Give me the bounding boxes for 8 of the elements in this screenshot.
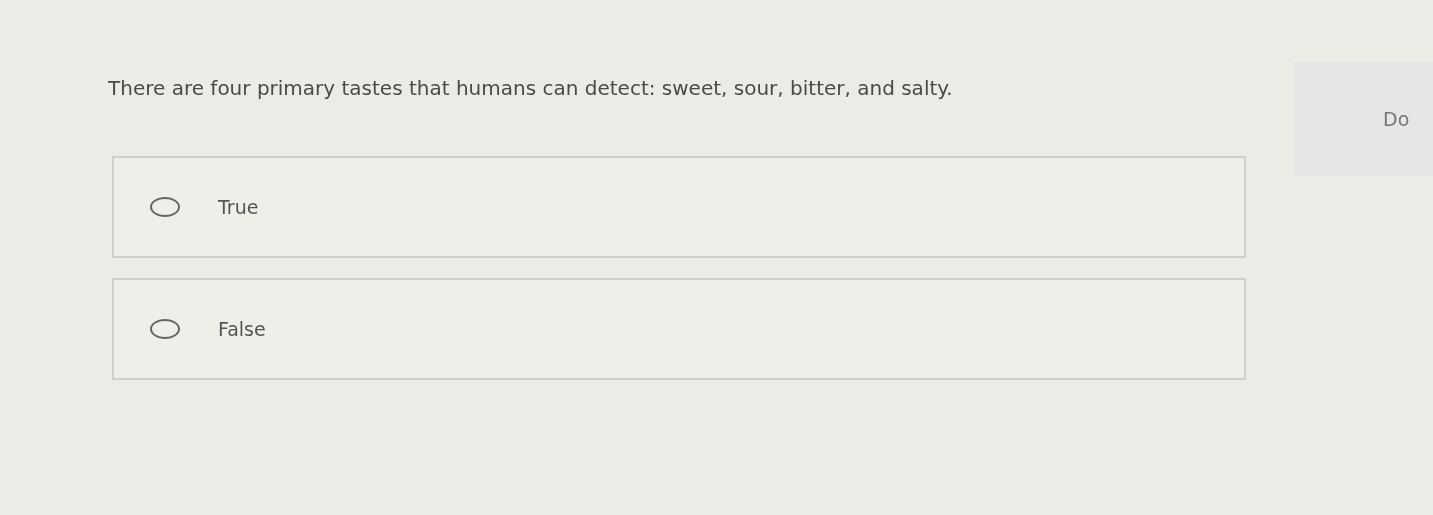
radio-button[interactable] [150, 319, 180, 339]
question-text: There are four primary tastes that humans can detect: sweet, sour, bitter, and salty. [108, 76, 954, 100]
answer-option[interactable]: True [112, 156, 1246, 258]
answer-option[interactable]: False [112, 278, 1246, 380]
panel-text: Do [1383, 108, 1410, 130]
option-label: False [218, 318, 266, 340]
option-label: True [218, 196, 259, 218]
radio-button[interactable] [150, 197, 180, 217]
